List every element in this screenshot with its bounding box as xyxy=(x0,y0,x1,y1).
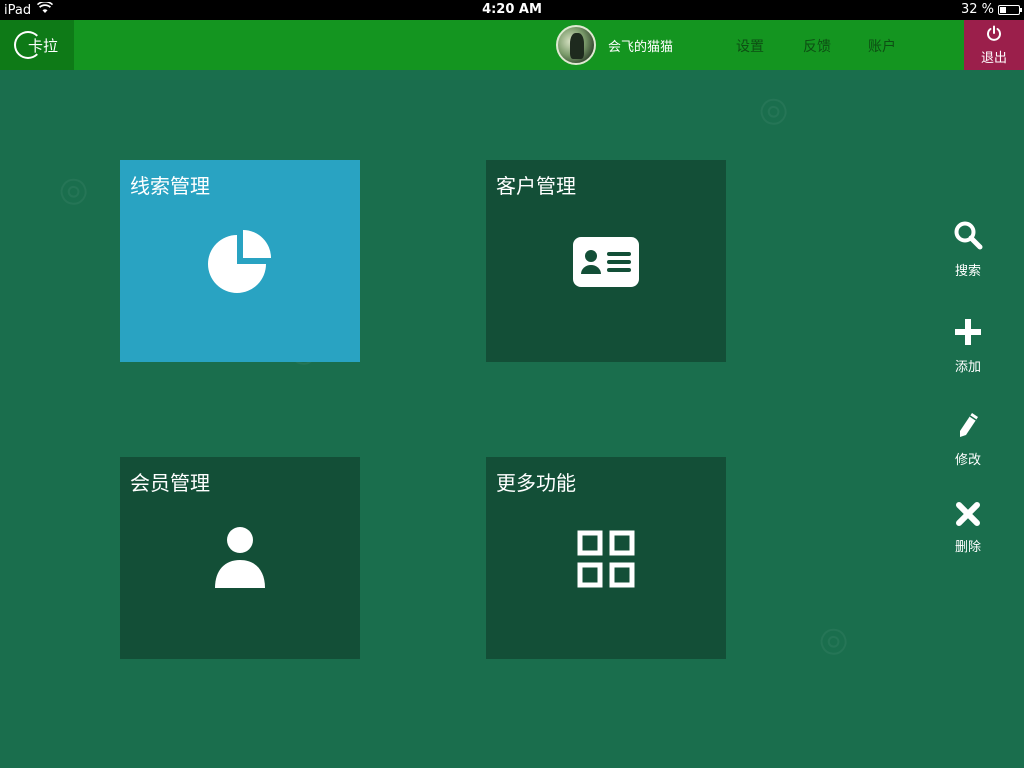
logo-text: 卡拉 xyxy=(27,36,58,55)
add-label: 添加 xyxy=(954,360,981,375)
status-bar: iPad 4:20 AM 32 % xyxy=(0,0,1024,20)
tile-title: 线索管理 xyxy=(130,174,210,198)
user-name: 会飞的猫猫 xyxy=(608,39,674,55)
edit-label: 修改 xyxy=(954,453,981,468)
power-icon xyxy=(986,25,1002,45)
delete-label: 删除 xyxy=(954,540,981,555)
battery-percent: 32 % xyxy=(960,2,994,17)
status-right: 32 % xyxy=(960,2,1022,17)
clock: 4:20 AM xyxy=(482,2,542,17)
search-label: 搜索 xyxy=(954,264,981,279)
watermark: ◎ xyxy=(51,165,99,215)
user-profile[interactable]: 会飞的猫猫 xyxy=(556,25,673,65)
id-card-icon xyxy=(486,222,726,302)
tile-title: 会员管理 xyxy=(130,471,210,495)
tile-more-features[interactable]: 更多功能 xyxy=(486,457,726,659)
tile-title: 客户管理 xyxy=(496,174,576,198)
top-nav: 卡拉 会飞的猫猫 设置 反馈 账户 退出 xyxy=(0,20,1024,70)
exit-button[interactable]: 退出 xyxy=(964,20,1024,70)
nav-link-account[interactable]: 账户 xyxy=(868,36,896,56)
tile-title: 更多功能 xyxy=(496,471,576,495)
plus-icon xyxy=(954,318,982,350)
avatar[interactable] xyxy=(556,25,596,65)
search-icon xyxy=(953,220,983,254)
battery-icon xyxy=(998,4,1022,15)
delete-button[interactable]: 删除 xyxy=(938,502,998,555)
tile-customer-management[interactable]: 客户管理 xyxy=(486,160,726,362)
user-icon xyxy=(120,519,360,599)
exit-label: 退出 xyxy=(980,50,1007,66)
grid-icon xyxy=(486,519,726,599)
battery-fill xyxy=(1000,6,1006,13)
watermark: ◎ xyxy=(751,85,799,135)
nav-link-settings[interactable]: 设置 xyxy=(736,36,764,56)
close-icon xyxy=(956,502,980,530)
tile-lead-management[interactable]: 线索管理 xyxy=(120,160,360,362)
pencil-icon xyxy=(954,411,982,443)
search-button[interactable]: 搜索 xyxy=(938,220,998,279)
nav-link-feedback[interactable]: 反馈 xyxy=(803,36,831,56)
tile-member-management[interactable]: 会员管理 xyxy=(120,457,360,659)
add-button[interactable]: 添加 xyxy=(938,318,998,375)
watermark: ◎ xyxy=(811,615,859,665)
app-logo[interactable]: 卡拉 xyxy=(0,20,74,70)
edit-button[interactable]: 修改 xyxy=(938,411,998,468)
pie-chart-icon xyxy=(120,222,360,302)
